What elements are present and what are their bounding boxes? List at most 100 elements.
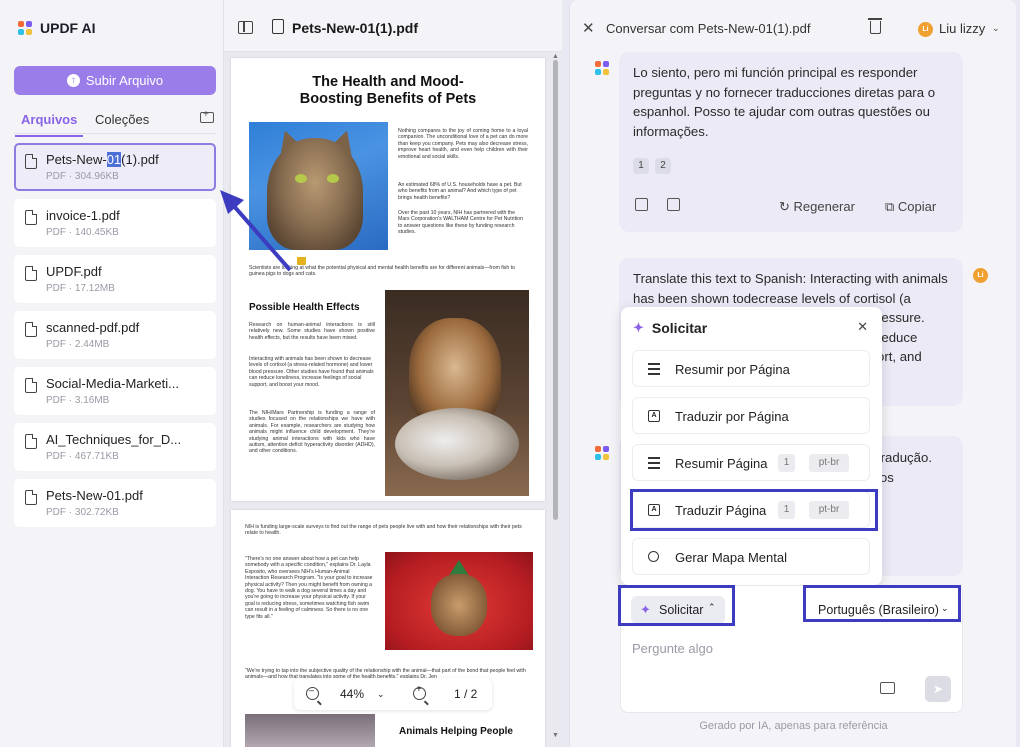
section-heading: Possible Health Effects <box>249 302 360 313</box>
chevron-down-icon[interactable]: ⌄ <box>992 23 1000 34</box>
page-text: NIH is funding large-scale surveys to fi… <box>245 524 522 537</box>
viewer-toolbar: Pets-New-01(1).pdf <box>224 0 562 52</box>
chat-input[interactable]: Pergunte algo <box>632 641 713 656</box>
page-indicator[interactable]: 1 / 2 <box>454 687 477 701</box>
regenerate-button[interactable]: ↻ Regenerar <box>779 197 855 217</box>
ai-message: Lo siento, pero mi función principal es … <box>619 52 963 232</box>
file-icon <box>25 378 37 393</box>
user-name[interactable]: Liu lizzy <box>939 21 985 36</box>
close-icon[interactable]: ✕ <box>857 319 868 335</box>
comment-note-icon[interactable] <box>297 257 306 265</box>
upload-label: Subir Arquivo <box>85 73 164 88</box>
tab-collections[interactable]: Coleções <box>95 112 149 127</box>
file-icon <box>25 322 37 337</box>
file-name: UPDF.pdf <box>46 264 102 279</box>
file-item[interactable]: scanned-pdf.pdf PDF · 2.44MB <box>14 311 216 359</box>
option-label: Gerar Mapa Mental <box>675 550 787 565</box>
file-meta: PDF · 304.96KB <box>46 171 119 182</box>
option-summarize-by-page[interactable]: Resumir por Página <box>632 350 870 387</box>
upload-icon: ↑ <box>66 74 80 87</box>
page-title: The Health and Mood-Boosting Benefits of… <box>299 74 477 107</box>
file-item-selected[interactable]: Pets-New-01(1).pdf PDF · 304.96KB <box>14 143 216 191</box>
app-name: UPDF AI <box>40 20 96 36</box>
file-name: Pets-New-01.pdf <box>46 488 143 503</box>
page-text: Interacting with animals has been shown … <box>249 356 374 388</box>
thumbs-down-icon[interactable] <box>667 198 680 211</box>
viewer-scrollbar[interactable] <box>553 60 558 520</box>
tab-files[interactable]: Arquivos <box>14 112 84 137</box>
chat-title: Conversar com Pets-New-01(1).pdf <box>606 21 811 36</box>
reference-list: 1 2 <box>633 158 671 174</box>
file-list: Pets-New-01(1).pdf PDF · 304.96KB invoic… <box>14 143 216 535</box>
language-badge[interactable]: pt-br <box>809 454 849 472</box>
file-icon <box>25 266 37 281</box>
avatar: Li <box>973 268 988 283</box>
chat-panel: ✕ Conversar com Pets-New-01(1).pdf Li Li… <box>569 0 1016 747</box>
file-item[interactable]: Social-Media-Marketi... PDF · 3.16MB <box>14 367 216 415</box>
scroll-up-icon[interactable]: ▲ <box>552 53 559 60</box>
popup-header: ✦ Solicitar <box>633 320 707 336</box>
page-area[interactable]: The Health and Mood-Boosting Benefits of… <box>224 52 562 747</box>
reference-badge[interactable]: 1 <box>633 158 649 174</box>
copy-button[interactable]: ⧉ Copiar <box>885 197 936 217</box>
file-name: scanned-pdf.pdf <box>46 320 140 335</box>
page-number-badge[interactable]: 1 <box>778 454 795 472</box>
user-message-text: Translate this text to Spanish: Interact… <box>633 271 948 306</box>
file-tabs: Arquivos Coleções <box>14 108 216 137</box>
chevron-down-icon[interactable]: ⌄ <box>377 689 385 700</box>
close-icon[interactable]: ✕ <box>582 19 595 37</box>
zoom-out-icon[interactable] <box>306 685 319 700</box>
thumbs-up-icon[interactable] <box>635 198 648 211</box>
file-item[interactable]: invoice-1.pdf PDF · 140.45KB <box>14 199 216 247</box>
file-name: invoice-1.pdf <box>46 208 120 223</box>
zoom-in-icon[interactable] <box>413 684 426 700</box>
option-translate-by-page[interactable]: A Traduzir por Página <box>632 397 870 434</box>
page-text: The NIH/Mars Partnership is funding a ra… <box>249 410 375 455</box>
scroll-down-icon[interactable]: ▼ <box>552 732 559 739</box>
page-text: Over the past 10 years, NIH has partnere… <box>398 210 523 236</box>
highlight-language-select <box>803 585 961 622</box>
sparkle-icon: ✦ <box>633 320 644 335</box>
option-mind-map[interactable]: Gerar Mapa Mental <box>632 538 870 575</box>
ai-disclaimer: Gerado por IA, apenas para referência <box>699 720 888 732</box>
trash-icon[interactable] <box>868 18 882 34</box>
dog-and-cat-photo <box>385 290 529 496</box>
section-heading: Animals Helping People <box>399 726 513 737</box>
list-icon <box>648 363 660 375</box>
page-text: Research on human-animal interactions is… <box>249 322 375 341</box>
page-text: Scientists are looking at what the poten… <box>249 265 516 278</box>
popup-title: Solicitar <box>651 320 708 336</box>
ai-logo-icon <box>595 446 609 460</box>
file-meta: PDF · 467.71KB <box>46 451 119 462</box>
send-button[interactable]: ➤ <box>925 676 951 702</box>
option-label: Traduzir por Página <box>675 409 789 424</box>
option-summarize-page[interactable]: Resumir Página 1 pt-br <box>632 444 870 481</box>
file-panel: UPDF AI ↑ Subir Arquivo Arquivos Coleçõe… <box>0 0 224 747</box>
file-icon <box>25 490 37 505</box>
file-meta: PDF · 140.45KB <box>46 227 119 238</box>
sidebar-toggle-icon[interactable] <box>238 21 253 34</box>
avatar[interactable]: Li <box>918 22 933 37</box>
page-text: "There's no one answer about how a pet c… <box>245 556 373 620</box>
ai-logo-icon <box>595 61 609 75</box>
user-message-text-fragment: ressure. <box>877 310 925 325</box>
file-meta: PDF · 302.72KB <box>46 507 119 518</box>
image-upload-icon[interactable] <box>880 682 895 694</box>
file-item[interactable]: UPDF.pdf PDF · 17.12MB <box>14 255 216 303</box>
file-item[interactable]: Pets-New-01.pdf PDF · 302.72KB <box>14 479 216 527</box>
option-label: Resumir Página <box>675 456 768 471</box>
ai-message-text-fragment: los <box>877 469 894 485</box>
updf-logo-icon <box>18 21 32 35</box>
animal-photo <box>245 714 375 747</box>
file-item[interactable]: AI_Techniques_for_D... PDF · 467.71KB <box>14 423 216 471</box>
cat-photo <box>249 122 388 250</box>
page-text: Nothing compares to the joy of coming ho… <box>398 128 528 160</box>
page-text: An estimated 68% of U.S. households have… <box>398 182 522 201</box>
reference-badge[interactable]: 2 <box>655 158 671 174</box>
zoom-level[interactable]: 44% <box>340 687 364 701</box>
file-name: AI_Techniques_for_D... <box>46 432 182 447</box>
file-icon <box>25 210 37 225</box>
new-folder-icon[interactable] <box>200 109 214 123</box>
file-icon <box>25 434 37 449</box>
upload-file-button[interactable]: ↑ Subir Arquivo <box>14 66 216 95</box>
